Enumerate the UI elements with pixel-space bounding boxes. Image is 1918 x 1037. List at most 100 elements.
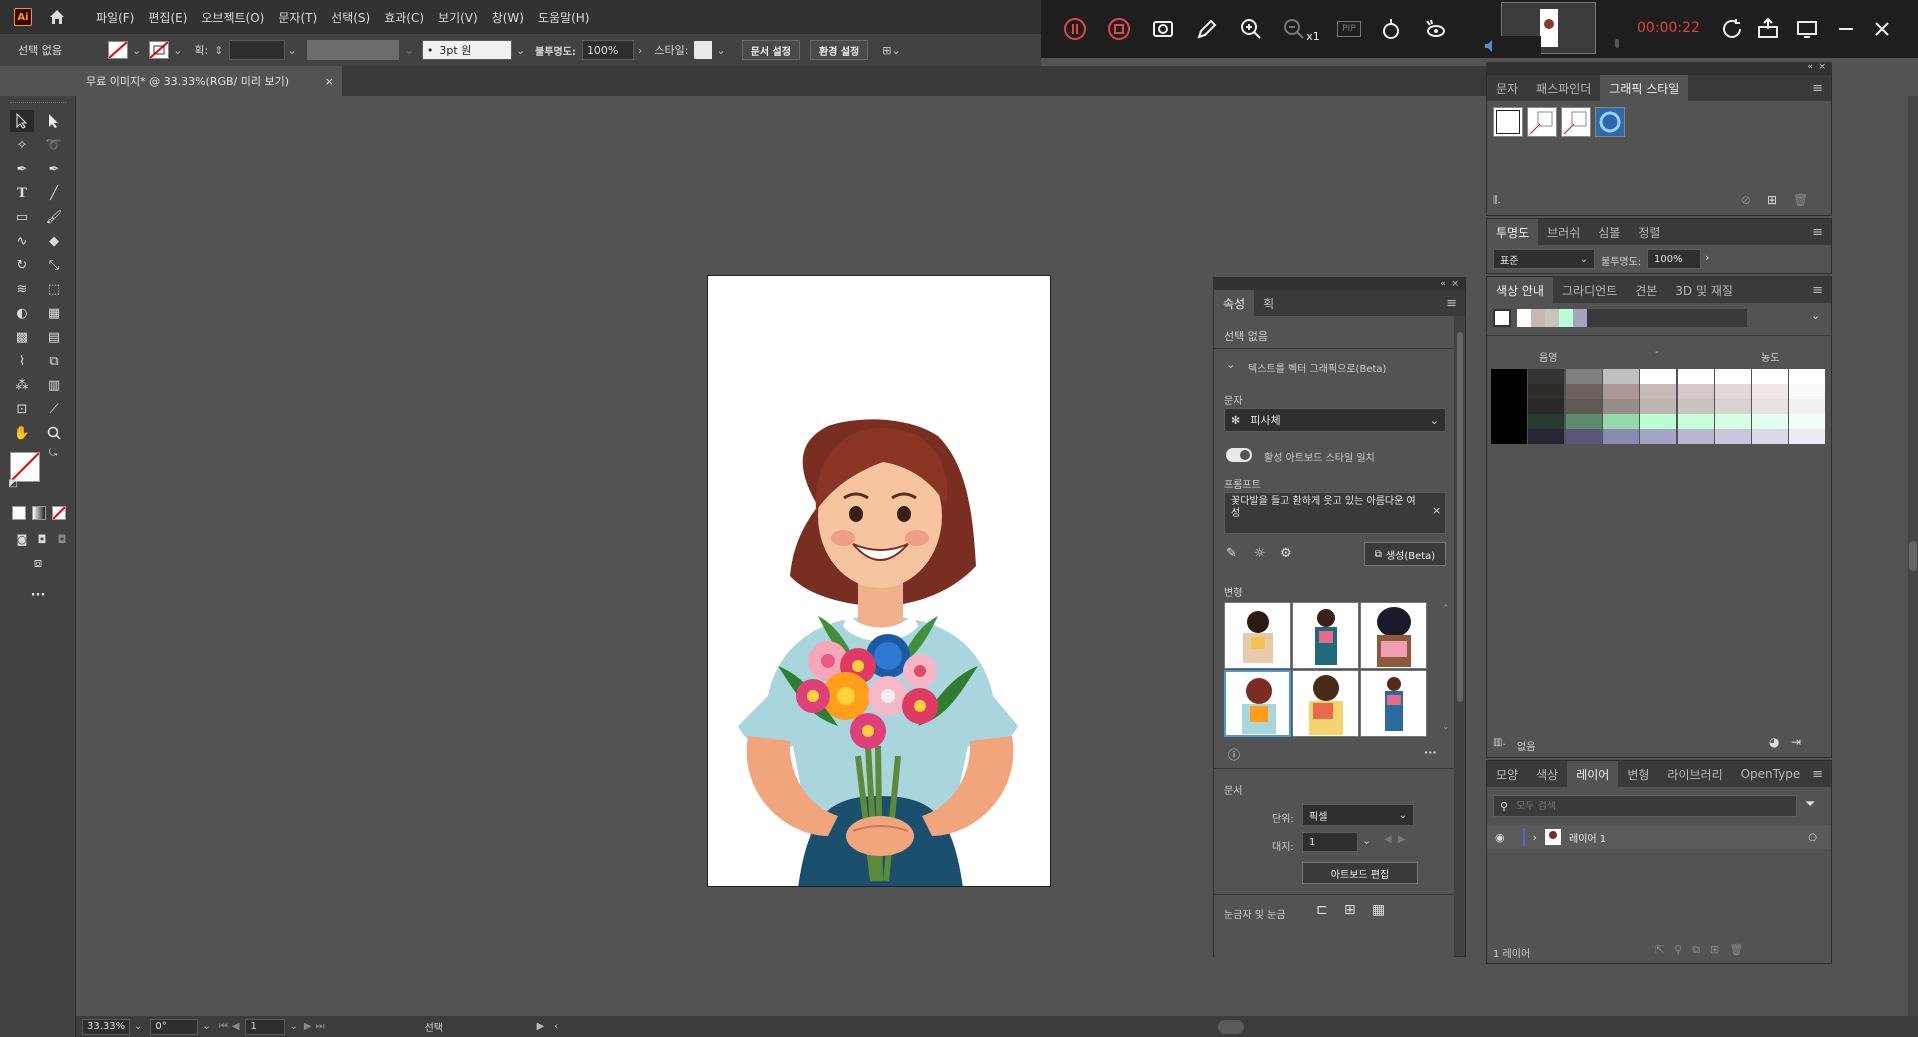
color-guide-swatch[interactable] xyxy=(1789,414,1827,429)
scroll-left-icon[interactable]: ‹ xyxy=(554,1021,558,1032)
eyedropper-tool-icon[interactable]: ⌇ xyxy=(10,350,34,372)
tab-properties[interactable]: 속성 xyxy=(1214,290,1255,316)
variations-scroll-up-icon[interactable]: ⌃ xyxy=(1442,604,1450,614)
stroke-weight-dropdown-icon[interactable]: ⌄ xyxy=(287,44,296,57)
layer-name[interactable]: 레이어 1 xyxy=(1569,830,1606,845)
stroke-dropdown-icon[interactable]: ⌄ xyxy=(173,44,182,57)
rotate-tool-icon[interactable]: ↻ xyxy=(10,254,34,276)
units-select[interactable]: 픽셀 ⌄ xyxy=(1302,804,1414,826)
first-artboard-icon[interactable]: ⏮ xyxy=(219,1021,228,1032)
artboard-dropdown-icon[interactable]: ⌄ xyxy=(289,1021,297,1032)
variable-width-profile[interactable] xyxy=(306,40,399,60)
pencil-icon[interactable] xyxy=(1193,15,1221,43)
menu-help[interactable]: 도움말(H) xyxy=(538,9,590,26)
artboard-number-input[interactable]: 1 xyxy=(245,1018,286,1035)
minimize-icon[interactable] xyxy=(1834,17,1858,41)
menu-edit[interactable]: 편집(E) xyxy=(148,9,187,26)
layer-actions-icons[interactable]: ⇱⚲⧉⊞🗑 xyxy=(1655,943,1753,957)
color-guide-swatch[interactable] xyxy=(1714,399,1752,414)
tab-stroke[interactable]: 획 xyxy=(1254,290,1283,316)
info-icon[interactable]: ⓘ xyxy=(1228,746,1240,763)
vertical-scrollbar-thumb[interactable] xyxy=(1909,541,1917,571)
last-artboard-icon[interactable]: ⏭ xyxy=(316,1021,325,1032)
properties-scrollbar[interactable] xyxy=(1455,322,1465,956)
color-guide-swatch[interactable] xyxy=(1714,414,1752,429)
color-guide-swatch[interactable] xyxy=(1565,369,1603,384)
artboard-prev-icon[interactable]: ◀ ▶ xyxy=(1384,834,1406,845)
harmony-rules-dropdown-icon[interactable]: ⌄ xyxy=(1811,309,1820,322)
rotation-input[interactable]: 0° xyxy=(150,1018,199,1035)
chevron-down-icon[interactable]: ⌄ xyxy=(1226,358,1235,371)
stroke-swatch[interactable] xyxy=(149,41,170,59)
zoom-dropdown-icon[interactable]: ⌄ xyxy=(134,1021,142,1032)
color-mode-icon[interactable] xyxy=(12,506,26,520)
shape-builder-tool-icon[interactable]: ◐ xyxy=(10,302,34,324)
opacity-arrow-icon[interactable]: › xyxy=(638,44,642,57)
shaper-tool-icon[interactable]: ∿ xyxy=(10,230,34,252)
color-guide-swatch[interactable] xyxy=(1640,369,1678,384)
curvature-tool-icon[interactable]: ✒ xyxy=(42,158,66,180)
fill-swatch[interactable] xyxy=(107,41,128,59)
tab-color[interactable]: 색상 xyxy=(1527,761,1567,787)
color-guide-swatch[interactable] xyxy=(1714,369,1752,384)
tab-align[interactable]: 정렬 xyxy=(1629,219,1669,245)
harmony-color-swatch[interactable] xyxy=(1545,309,1559,327)
free-transform-tool-icon[interactable]: ⬚ xyxy=(42,278,66,300)
artboard-select[interactable]: 1 xyxy=(1302,832,1358,852)
tab-brushes[interactable]: 브러쉬 xyxy=(1538,219,1589,245)
color-guide-swatch[interactable] xyxy=(1640,384,1678,399)
tab-transform[interactable]: 변형 xyxy=(1618,761,1658,787)
color-guide-swatch[interactable] xyxy=(1752,384,1790,399)
color-guide-swatch[interactable] xyxy=(1640,399,1678,414)
stroke-stepper[interactable]: ⇕ xyxy=(214,44,223,57)
harmony-color-swatch[interactable] xyxy=(1559,309,1573,327)
scale-tool-icon[interactable]: ⤡ xyxy=(42,254,66,276)
menu-file[interactable]: 파일(F) xyxy=(96,9,134,26)
color-guide-swatch[interactable] xyxy=(1602,429,1640,444)
variation-thumbnail[interactable] xyxy=(1360,670,1427,737)
color-guide-swatch[interactable] xyxy=(1789,369,1827,384)
pip-icon[interactable]: PIP xyxy=(1337,21,1361,37)
screen-mode-icon[interactable]: ⧈ xyxy=(26,552,50,574)
gradient-mode-icon[interactable] xyxy=(32,506,46,520)
close-tab-icon[interactable]: × xyxy=(325,75,334,88)
default-colors-icon[interactable]: ◩ xyxy=(6,476,20,490)
save-color-group-icon[interactable]: ⇥ xyxy=(1791,735,1801,749)
harmony-colors-strip[interactable] xyxy=(1517,309,1747,327)
brush-dropdown-icon[interactable]: ⌄ xyxy=(516,44,525,57)
graphic-style-swatch[interactable] xyxy=(1527,107,1557,137)
tab-graphic-styles[interactable]: 그래픽 스타일 xyxy=(1600,75,1689,101)
close-recorder-icon[interactable] xyxy=(1870,17,1894,41)
delete-style-icon[interactable]: 🗑 xyxy=(1793,193,1808,207)
color-guide-swatch[interactable] xyxy=(1528,414,1566,429)
symbol-sprayer-tool-icon[interactable]: ⁂ xyxy=(10,374,34,396)
tab-symbols[interactable]: 심볼 xyxy=(1589,219,1629,245)
settings-gear-icon[interactable]: ⚙ xyxy=(1280,546,1292,561)
match-style-toggle[interactable] xyxy=(1226,448,1252,462)
color-guide-swatch[interactable] xyxy=(1752,429,1790,444)
home-icon[interactable] xyxy=(48,8,66,26)
color-guide-swatch[interactable] xyxy=(1491,429,1528,444)
color-guide-swatch[interactable] xyxy=(1491,384,1528,399)
variation-thumbnail[interactable] xyxy=(1292,602,1359,669)
zoom-out-icon[interactable]: x1 xyxy=(1281,15,1321,43)
tab-swatches[interactable]: 견본 xyxy=(1626,277,1666,303)
edit-toolbar-icon[interactable]: ··· xyxy=(26,584,50,606)
type-select[interactable]: ✻ 피사체 ⌄ xyxy=(1224,408,1446,432)
lightbulb-icon[interactable]: ☼ xyxy=(1254,546,1266,561)
zoom-tool-icon[interactable] xyxy=(42,422,66,444)
previous-artboard-icon[interactable]: ◀ xyxy=(232,1021,240,1032)
target-icon[interactable]: ○ xyxy=(1808,832,1817,843)
menu-type[interactable]: 문자(T) xyxy=(278,9,317,26)
color-guide-swatch[interactable] xyxy=(1789,399,1827,414)
more-options-icon[interactable]: ··· xyxy=(1424,746,1437,759)
line-tool-icon[interactable]: ╱ xyxy=(42,182,66,204)
lasso-tool-icon[interactable]: ➰ xyxy=(42,134,66,156)
status-menu-icon[interactable]: ▶ xyxy=(537,1021,545,1032)
magic-wand-tool-icon[interactable]: ✧ xyxy=(10,134,34,156)
next-artboard-icon[interactable]: ▶ xyxy=(304,1021,312,1032)
graphic-style-swatch[interactable] xyxy=(1561,107,1591,137)
tab-color-guide[interactable]: 색상 안내 xyxy=(1487,277,1553,303)
color-guide-swatch[interactable] xyxy=(1491,414,1528,429)
variations-scroll-down-icon[interactable]: ⌄ xyxy=(1442,722,1450,732)
